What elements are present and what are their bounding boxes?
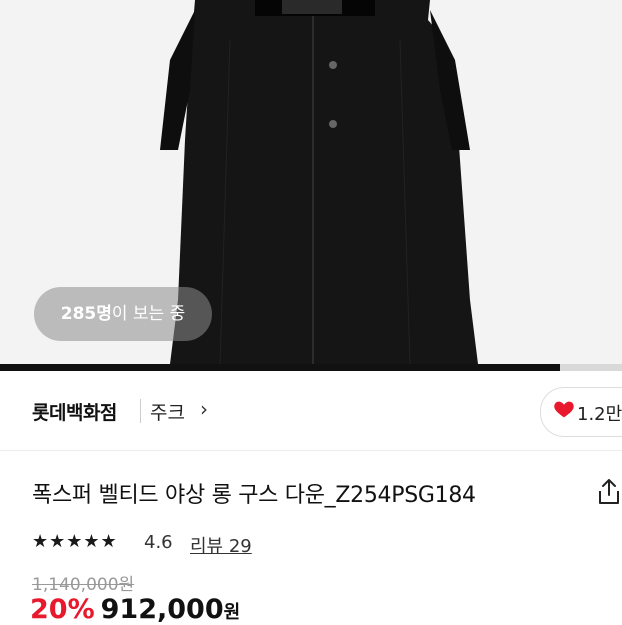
- sale-price: 912,000: [100, 594, 224, 625]
- review-link[interactable]: 리뷰 29: [190, 532, 252, 558]
- store-row: 롯데백화점 주크 › 1.2만: [0, 385, 622, 439]
- viewers-suffix: 이 보는 중: [111, 304, 186, 324]
- viewers-badge: 285명이 보는 중: [34, 287, 212, 341]
- product-image[interactable]: 285명이 보는 중: [0, 0, 622, 364]
- viewers-count: 285명: [60, 304, 112, 324]
- share-icon[interactable]: [596, 478, 622, 506]
- chevron-right-icon[interactable]: ›: [200, 397, 208, 421]
- gallery-progress: [0, 364, 622, 371]
- discount-rate: 20%: [30, 594, 95, 625]
- heart-icon: [554, 401, 574, 418]
- original-price: 1,140,000원: [32, 575, 135, 595]
- gallery-progress-fill: [0, 364, 560, 371]
- section-divider: [0, 450, 622, 451]
- store-name[interactable]: 롯데백화점: [32, 398, 117, 425]
- currency-unit: 원: [223, 602, 241, 623]
- product-title: 폭스퍼 벨티드 야상 롱 구스 다운_Z254PSG184: [32, 483, 476, 508]
- rating-value: 4.6: [144, 532, 173, 553]
- sale-price-row: 20% 912,000원: [30, 594, 240, 625]
- store-divider: [140, 399, 141, 423]
- brand-link[interactable]: 주크: [150, 398, 185, 425]
- like-button[interactable]: 1.2만: [540, 387, 622, 437]
- star-rating-icon: ★★★★★: [32, 531, 118, 552]
- like-count: 1.2만: [577, 404, 622, 425]
